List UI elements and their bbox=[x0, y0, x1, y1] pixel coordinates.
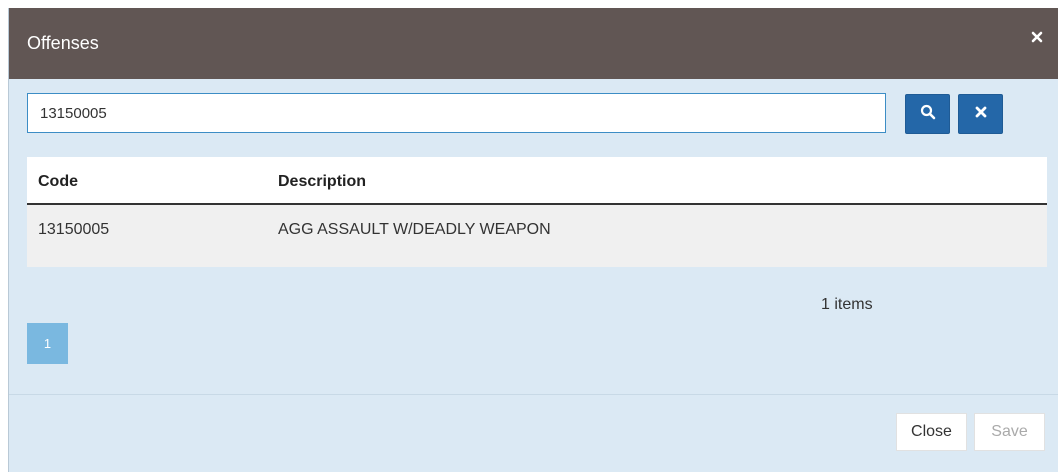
footer-divider bbox=[9, 394, 1058, 395]
grid-header: Code Description bbox=[27, 157, 1047, 205]
offenses-dialog: Offenses Code Description 13150005 bbox=[8, 8, 1058, 472]
clear-icon bbox=[974, 105, 988, 124]
close-button[interactable]: Close bbox=[896, 413, 967, 451]
items-count: 1 items bbox=[821, 296, 873, 313]
dialog-header: Offenses bbox=[9, 8, 1058, 79]
table-row[interactable]: 13150005 AGG ASSAULT W/DEADLY WEAPON bbox=[27, 205, 1047, 267]
cell-code: 13150005 bbox=[38, 221, 110, 238]
offenses-grid: Code Description 13150005 AGG ASSAULT W/… bbox=[27, 157, 1047, 267]
search-input[interactable] bbox=[27, 93, 886, 133]
column-header-description[interactable]: Description bbox=[278, 173, 366, 191]
search-button[interactable] bbox=[905, 94, 950, 134]
close-icon[interactable] bbox=[1028, 28, 1046, 46]
page-button-1[interactable]: 1 bbox=[27, 323, 68, 364]
cell-description: AGG ASSAULT W/DEADLY WEAPON bbox=[278, 221, 551, 238]
dialog-title: Offenses bbox=[27, 33, 99, 53]
save-button[interactable]: Save bbox=[974, 413, 1045, 451]
column-header-code[interactable]: Code bbox=[38, 173, 78, 191]
search-icon bbox=[920, 104, 936, 125]
clear-search-button[interactable] bbox=[958, 94, 1003, 134]
